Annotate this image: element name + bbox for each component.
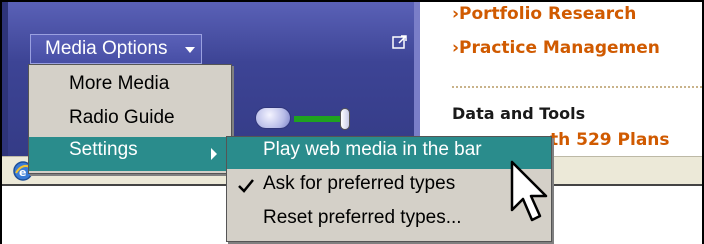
link-practice-management[interactable]: ›Practice Managemen	[452, 38, 660, 58]
chevron-down-icon	[185, 47, 195, 53]
menu-item-ask-preferred-types[interactable]: Ask for preferred types	[227, 171, 551, 203]
menu-item-reset-preferred-types[interactable]: Reset preferred types...	[227, 205, 551, 237]
media-options-button[interactable]: Media Options	[30, 34, 202, 64]
menu-item-label: Play web media in the bar	[263, 139, 482, 160]
menu-item-label: Radio Guide	[69, 107, 175, 128]
section-heading: Data and Tools	[452, 104, 586, 123]
web-page-content: ›Portfolio Research ›Practice Managemen …	[426, 0, 702, 156]
link-portfolio-label: Portfolio Research	[459, 4, 637, 24]
panel-edge	[2, 0, 8, 156]
menu-item-play-web-media[interactable]: Play web media in the bar	[227, 137, 551, 169]
frame-top-border	[0, 0, 704, 2]
menu-item-label: Reset preferred types...	[263, 207, 462, 228]
link-529-plans[interactable]: th 529 Plans	[550, 130, 670, 150]
menu-item-radio-guide[interactable]: Radio Guide	[29, 105, 231, 135]
chevron-right-icon	[211, 148, 217, 160]
mouse-cursor-icon	[510, 160, 548, 222]
bullet-arrow: ›	[452, 4, 460, 24]
settings-submenu: Play web media in the bar Ask for prefer…	[226, 136, 552, 242]
volume-slider-thumb[interactable]	[340, 108, 350, 130]
link-practice-label: Practice Managemen	[459, 38, 660, 58]
audio-icon[interactable]	[255, 107, 291, 129]
media-options-label: Media Options	[45, 38, 168, 59]
menu-item-label: More Media	[69, 73, 170, 94]
media-options-menu: More Media Radio Guide Settings	[28, 64, 232, 174]
menu-item-more-media[interactable]: More Media	[29, 71, 231, 101]
menu-item-label: Ask for preferred types	[263, 173, 456, 194]
svg-text:e: e	[19, 166, 26, 179]
menu-item-label: Settings	[69, 139, 138, 160]
undock-icon[interactable]	[392, 34, 408, 50]
link-portfolio-research[interactable]: ›Portfolio Research	[452, 4, 636, 24]
section-divider	[452, 86, 702, 88]
screenshot-stage: ›Portfolio Research ›Practice Managemen …	[0, 0, 704, 244]
bullet-arrow: ›	[452, 38, 460, 58]
check-icon	[238, 179, 254, 193]
frame-left-border	[0, 0, 2, 244]
menu-item-settings[interactable]: Settings	[29, 137, 231, 171]
